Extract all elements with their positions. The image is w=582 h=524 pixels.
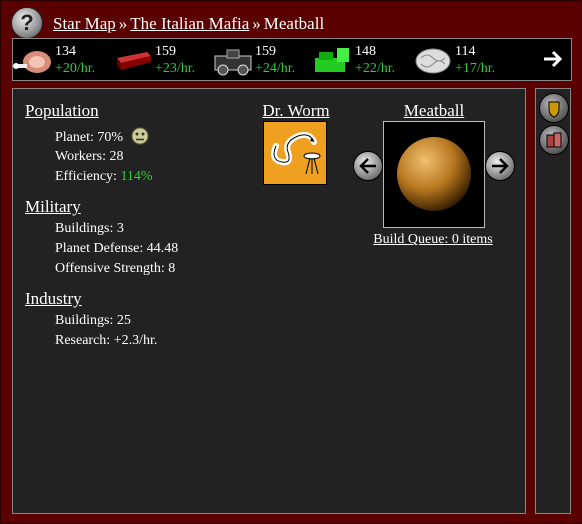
- next-planet-button[interactable]: [485, 151, 515, 181]
- population-planet: Planet: 70%: [55, 127, 149, 146]
- planet-image: [397, 137, 471, 211]
- resource-rate: +17/hr.: [455, 61, 496, 76]
- breadcrumb-current-planet: Meatball: [263, 14, 325, 33]
- empire-crest-icon[interactable]: [539, 93, 569, 123]
- breadcrumb-star-map[interactable]: Star Map: [53, 14, 116, 33]
- resource-rate: +20/hr.: [55, 61, 96, 76]
- military-heading[interactable]: Military: [25, 197, 81, 217]
- resource-amount: 134: [55, 44, 76, 59]
- resource-bar: 134 +20/hr. 159 +23/hr. 159 +24/hr. 148 …: [12, 38, 572, 81]
- crystal-icon: [315, 48, 349, 72]
- resource-rate: +22/hr.: [355, 61, 396, 76]
- resource-rate: +24/hr.: [255, 61, 296, 76]
- population-heading[interactable]: Population: [25, 101, 99, 121]
- military-buildings: Buildings: 3: [55, 221, 124, 236]
- arrow-left-icon: [359, 158, 376, 174]
- resource-amount: 159: [155, 44, 176, 59]
- leader-portrait[interactable]: [263, 121, 327, 185]
- buildings-icon[interactable]: [539, 125, 569, 155]
- resource-rate: +23/hr.: [155, 61, 196, 76]
- planet-view[interactable]: [383, 121, 485, 228]
- barrels-icon: [546, 132, 562, 148]
- brain-icon: [415, 48, 451, 74]
- previous-planet-button[interactable]: [353, 151, 383, 181]
- leader-name[interactable]: Dr. Worm: [256, 101, 336, 121]
- breadcrumb-separator: »: [118, 14, 128, 33]
- breadcrumb: Star Map» The Italian Mafia» Meatball: [53, 14, 324, 34]
- crest-shield-icon: [548, 101, 560, 118]
- help-icon[interactable]: ?: [11, 7, 43, 39]
- military-offensive-strength: Offensive Strength: 8: [55, 261, 176, 276]
- population-workers: Workers: 28: [55, 149, 124, 164]
- arrow-right-icon[interactable]: [541, 47, 565, 71]
- breadcrumb-empire[interactable]: The Italian Mafia: [130, 14, 249, 33]
- resource-amount: 148: [355, 44, 376, 59]
- industry-heading[interactable]: Industry: [25, 289, 82, 309]
- resource-amount: 159: [255, 44, 276, 59]
- industry-buildings: Buildings: 25: [55, 313, 131, 328]
- resource-amount: 114: [455, 44, 476, 59]
- planet-overview-panel: Population Planet: 70% Workers: 28 Effic…: [12, 88, 526, 514]
- worm-portrait-icon: [271, 131, 321, 175]
- side-toolbar: [535, 88, 571, 514]
- population-efficiency: Efficiency: 114%: [55, 169, 153, 185]
- planet-name[interactable]: Meatball: [383, 101, 485, 121]
- efficiency-label: Efficiency:: [55, 169, 117, 184]
- build-queue-link[interactable]: Build Queue: 0 items: [353, 232, 513, 248]
- machine-parts-icon: [214, 49, 252, 76]
- meat-icon: [13, 51, 51, 73]
- arrow-right-icon: [492, 158, 509, 174]
- efficiency-value: 114%: [120, 169, 153, 184]
- breadcrumb-separator: »: [252, 14, 261, 33]
- metal-ingot-icon: [117, 52, 151, 70]
- military-planet-defense: Planet Defense: 44.48: [55, 241, 179, 256]
- industry-research: Research: +2.3/hr.: [55, 333, 158, 348]
- mood-neutral-icon: [131, 127, 149, 145]
- game-window: ? Star Map» The Italian Mafia» Meatball 13…: [0, 0, 582, 524]
- population-planet-label: Planet: 70%: [55, 130, 124, 145]
